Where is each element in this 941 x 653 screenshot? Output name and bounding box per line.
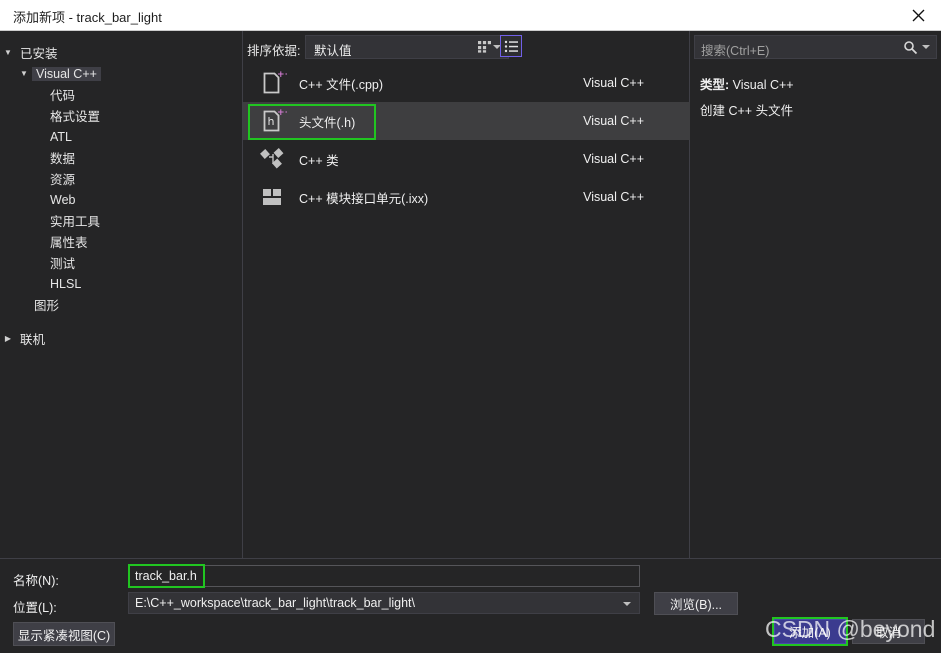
tree-node-atl[interactable]: ATL: [0, 126, 242, 147]
list-item[interactable]: C++ 类 Visual C++: [243, 140, 690, 178]
tree-node-installed-label: 已安装: [20, 47, 58, 61]
tree-node-utility-label: 实用工具: [50, 215, 101, 229]
location-combobox[interactable]: E:\C++_workspace\track_bar_light\track_b…: [128, 592, 640, 614]
list-item-name: 头文件(.h): [299, 115, 356, 130]
sort-by-value: 默认值: [314, 44, 352, 58]
detail-type-row: 类型: Visual C++: [700, 74, 794, 93]
tree-node-formatting-label: 格式设置: [50, 110, 101, 124]
chevron-down-icon: [623, 602, 631, 606]
tree-node-web[interactable]: Web: [0, 189, 242, 210]
search-placeholder: 搜索(Ctrl+E): [701, 44, 770, 58]
tree-node-installed[interactable]: ▼ 已安装: [0, 42, 242, 63]
tree-node-online-label: 联机: [20, 333, 46, 347]
location-value: E:\C++_workspace\track_bar_light\track_b…: [135, 596, 416, 610]
dialog-body: ▼ 已安装 ▼ Visual C++ 代码 格式设置 ATL 数据 资源 Web…: [0, 31, 941, 558]
name-input-value: track_bar.h: [135, 569, 197, 583]
tree-node-code[interactable]: 代码: [0, 84, 242, 105]
list-item-name: C++ 类: [299, 153, 339, 168]
list-item[interactable]: ++ C++ 文件(.cpp) Visual C++: [243, 64, 690, 102]
list-view-button[interactable]: [500, 35, 522, 57]
name-input[interactable]: track_bar.h: [128, 565, 640, 587]
list-item[interactable]: C++ 模块接口单元(.ixx) Visual C++: [243, 178, 690, 216]
list-item-category: Visual C++: [583, 114, 644, 128]
list-item-category: Visual C++: [583, 76, 644, 90]
tree-node-resource-label: 资源: [50, 173, 76, 187]
chevron-down-icon: ▼: [20, 69, 28, 78]
title-bar: 添加新项 - track_bar_light: [0, 0, 941, 31]
cancel-button[interactable]: 取消: [852, 619, 925, 644]
tree-node-online[interactable]: ▶ 联机: [0, 328, 242, 349]
templates-list-pane: 排序依据: 默认值 + C++ 文件(.cpp) Visual C++ h + …: [243, 31, 690, 558]
add-button[interactable]: 添加(A): [774, 619, 846, 644]
details-pane: 搜索(Ctrl+E) 类型: Visual C++ 创建 C++ 头文件: [690, 31, 941, 558]
tree-node-visual-cpp[interactable]: ▼ Visual C++: [0, 63, 242, 84]
cpp-module-icon: [255, 183, 291, 211]
tree-node-utility[interactable]: 实用工具: [0, 210, 242, 231]
cpp-class-icon: [255, 145, 291, 173]
tree-node-atl-label: ATL: [50, 129, 72, 144]
grid-view-icon: [477, 40, 491, 53]
svg-text:++: ++: [277, 108, 287, 118]
chevron-down-icon: ▼: [4, 48, 12, 57]
header-file-icon: h ++: [255, 107, 291, 135]
browse-button[interactable]: 浏览(B)...: [654, 592, 738, 615]
svg-text:h: h: [268, 115, 275, 128]
list-item-category: Visual C++: [583, 190, 644, 204]
list-toolbar: 排序依据: 默认值: [243, 31, 690, 64]
chevron-right-icon: ▶: [4, 334, 12, 343]
chevron-down-icon[interactable]: [922, 45, 930, 49]
close-button[interactable]: [896, 0, 941, 31]
tree-node-resource[interactable]: 资源: [0, 168, 242, 189]
grid-view-button[interactable]: [473, 35, 495, 57]
tree-node-data[interactable]: 数据: [0, 147, 242, 168]
tree-node-code-label: 代码: [50, 89, 76, 103]
close-icon: [912, 9, 925, 22]
tree-node-test[interactable]: 测试: [0, 252, 242, 273]
tree-node-property-sheet-label: 属性表: [50, 236, 88, 250]
list-item-category: Visual C++: [583, 152, 644, 166]
detail-type-value: Visual C++: [732, 78, 794, 92]
detail-type-label: 类型:: [700, 78, 730, 92]
name-label: 名称(N):: [13, 574, 59, 588]
search-icon[interactable]: [903, 40, 918, 60]
search-input[interactable]: 搜索(Ctrl+E): [694, 35, 937, 59]
tree-node-web-label: Web: [50, 192, 76, 207]
svg-text:++: ++: [277, 70, 287, 80]
list-view-icon: [504, 40, 518, 52]
sort-by-label: 排序依据:: [247, 44, 301, 58]
tree-node-visual-cpp-label: Visual C++: [32, 66, 101, 81]
detail-description: 创建 C++ 头文件: [700, 104, 794, 118]
tree-node-data-label: 数据: [50, 152, 76, 166]
show-compact-view-button[interactable]: 显示紧凑视图(C): [13, 622, 115, 646]
tree-node-graphics-label: 图形: [34, 299, 60, 313]
tree-node-formatting[interactable]: 格式设置: [0, 105, 242, 126]
page-title: 添加新项 - track_bar_light: [13, 10, 162, 25]
tree-node-hlsl-label: HLSL: [50, 276, 82, 291]
tree-node-property-sheet[interactable]: 属性表: [0, 231, 242, 252]
list-item-name: C++ 模块接口单元(.ixx): [299, 191, 429, 206]
list-item[interactable]: h ++ 头文件(.h) Visual C++: [243, 102, 690, 140]
location-label: 位置(L):: [13, 601, 57, 615]
list-item-name: C++ 文件(.cpp): [299, 77, 384, 92]
tree-node-graphics[interactable]: 图形: [0, 294, 242, 315]
tree-node-test-label: 测试: [50, 257, 76, 271]
cpp-file-icon: ++: [255, 69, 291, 97]
template-item-list: ++ C++ 文件(.cpp) Visual C++ h ++: [243, 64, 690, 558]
templates-tree-pane: ▼ 已安装 ▼ Visual C++ 代码 格式设置 ATL 数据 资源 Web…: [0, 31, 243, 558]
add-new-item-dialog: 添加新项 - track_bar_light ▼ 已安装 ▼ Visual C+…: [0, 0, 941, 653]
tree-node-hlsl[interactable]: HLSL: [0, 273, 242, 294]
